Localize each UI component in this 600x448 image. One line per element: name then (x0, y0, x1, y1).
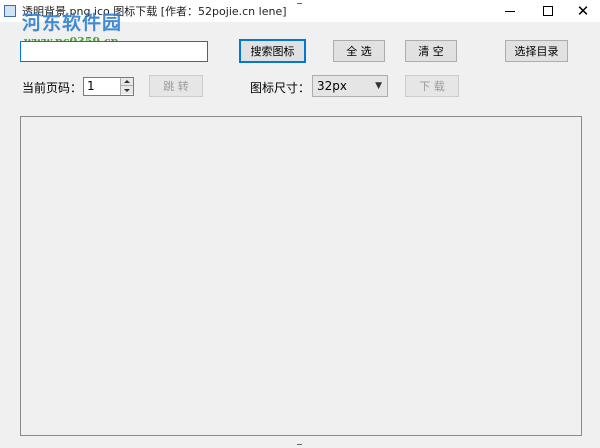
page-label: 当前页码： (22, 81, 83, 95)
icon-size-label: 图标尺寸： (250, 81, 311, 95)
resize-grip-bottom[interactable] (297, 444, 302, 448)
close-button[interactable]: ✕ (560, 0, 600, 22)
icon-size-value: 32px (317, 79, 347, 93)
page-number-value: 1 (87, 79, 95, 93)
page-number-stepper[interactable]: 1 (83, 77, 134, 96)
spin-down-button[interactable] (121, 86, 133, 94)
icon-size-select[interactable]: 32px ▼ (312, 75, 388, 97)
window-title: 透明背景 png ico 图标下载 [作者：52pojie.cn lene] (22, 5, 287, 18)
title-bar[interactable]: 透明背景 png ico 图标下载 [作者：52pojie.cn lene] ✕ (0, 0, 600, 22)
arrow-down-icon (124, 88, 130, 92)
choose-directory-button[interactable]: 选择目录 (505, 40, 568, 62)
jump-button[interactable]: 跳 转 (149, 75, 203, 97)
resize-grip-top[interactable] (297, 0, 302, 4)
minimize-icon (505, 10, 515, 12)
download-button[interactable]: 下 载 (405, 75, 459, 97)
icon-results-panel[interactable] (20, 116, 582, 436)
search-icons-button[interactable]: 搜索图标 (239, 39, 306, 63)
select-all-button[interactable]: 全 选 (333, 40, 385, 62)
close-icon: ✕ (576, 1, 590, 20)
maximize-icon (543, 6, 553, 16)
search-input[interactable] (20, 41, 208, 62)
chevron-down-icon: ▼ (375, 81, 382, 91)
clear-button[interactable]: 清 空 (405, 40, 457, 62)
spin-up-button[interactable] (121, 78, 133, 86)
app-icon (4, 5, 16, 17)
arrow-up-icon (124, 80, 130, 83)
page-spinner[interactable] (120, 78, 133, 95)
